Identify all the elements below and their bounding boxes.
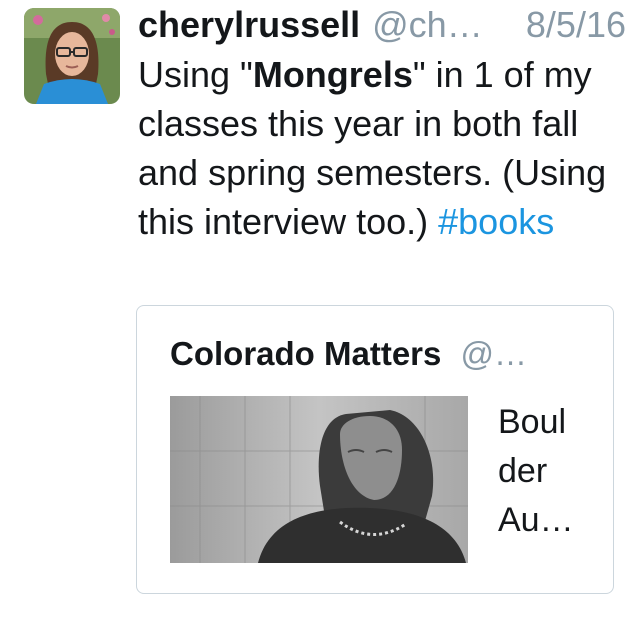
tweet-text-start: Using " [138,54,253,95]
hashtag-link[interactable]: #books [438,201,554,242]
user-avatar[interactable] [24,8,120,104]
tweet-date[interactable]: 8/5/16 [526,2,626,48]
card-title[interactable]: Boul der Au… [498,398,598,545]
card-title-line: der [498,452,548,490]
card-header: Colorado Matters @… [170,334,527,374]
author-photo-icon [170,396,468,563]
card-user-handle[interactable]: @… [461,335,528,372]
tweet-header: cherylrussell @ch… 8/5/16 [138,2,626,48]
link-card[interactable]: Colorado Matters @… Boul der Au… [136,305,614,594]
tweet-text: Using "Mongrels" in 1 of my classes this… [138,50,618,246]
book-title: Mongrels [252,54,413,95]
avatar-photo-icon [24,8,120,104]
card-user-name[interactable]: Colorado Matters [170,335,441,372]
card-title-line: Au… [498,501,574,539]
user-name[interactable]: cherylrussell [138,2,360,48]
card-title-line: Boul [498,403,567,441]
card-image[interactable] [170,396,468,563]
user-handle[interactable]: @ch… [372,2,483,48]
